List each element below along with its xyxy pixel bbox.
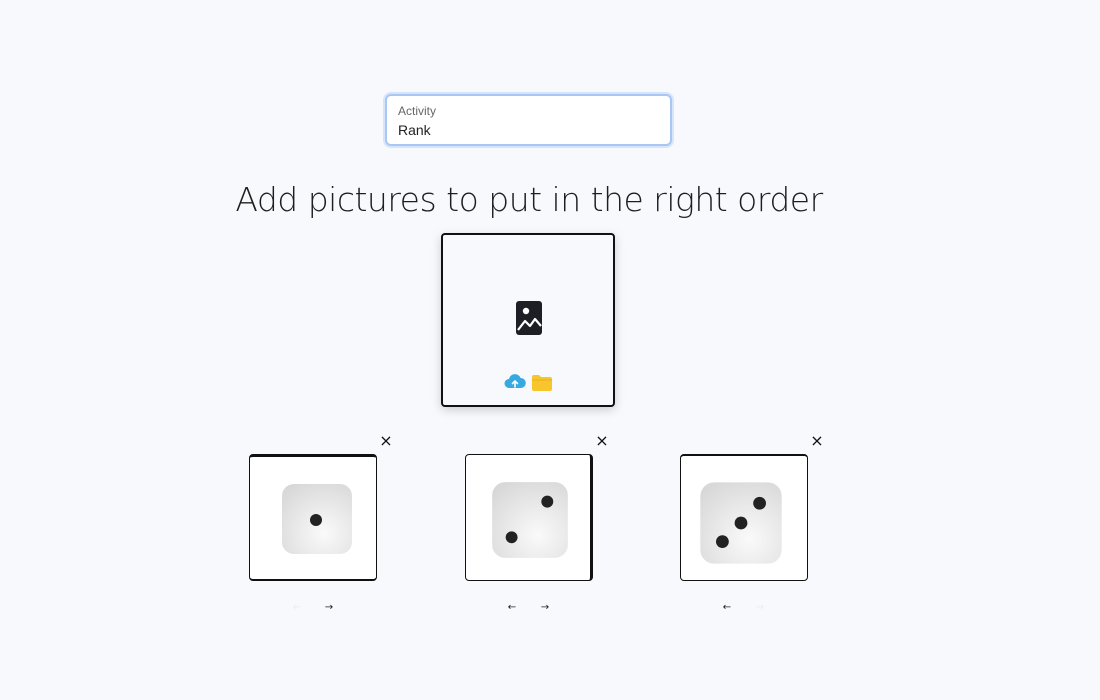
move-right-button[interactable]: → — [750, 600, 770, 616]
remove-picture-button[interactable]: × — [595, 432, 609, 450]
image-placeholder-icon — [516, 301, 542, 335]
remove-picture-button[interactable]: × — [810, 432, 824, 450]
activity-label: Activity — [398, 104, 437, 118]
page-heading: Add pictures to put in the right order — [235, 180, 823, 219]
move-right-button[interactable]: → — [319, 600, 339, 616]
die-face-two-image — [492, 482, 568, 558]
die-face-one-image — [282, 484, 352, 554]
activity-input[interactable] — [398, 120, 658, 140]
activity-field[interactable]: Activity — [385, 94, 672, 146]
picture-frame — [249, 454, 377, 581]
picture-card[interactable]: × ← → — [680, 430, 830, 625]
folder-icon[interactable] — [531, 374, 553, 392]
move-left-button[interactable]: ← — [287, 600, 307, 616]
die-face-three-image — [700, 482, 782, 564]
picture-frame — [680, 454, 808, 581]
image-upload-dropzone[interactable] — [441, 233, 615, 407]
move-left-button[interactable]: ← — [502, 600, 522, 616]
cloud-upload-icon[interactable] — [504, 373, 526, 391]
remove-picture-button[interactable]: × — [379, 432, 393, 450]
picture-frame — [465, 454, 593, 581]
move-right-button[interactable]: → — [535, 600, 555, 616]
move-left-button[interactable]: ← — [717, 600, 737, 616]
picture-card[interactable]: × ← → — [465, 430, 615, 625]
picture-card[interactable]: × ← → — [249, 430, 399, 625]
